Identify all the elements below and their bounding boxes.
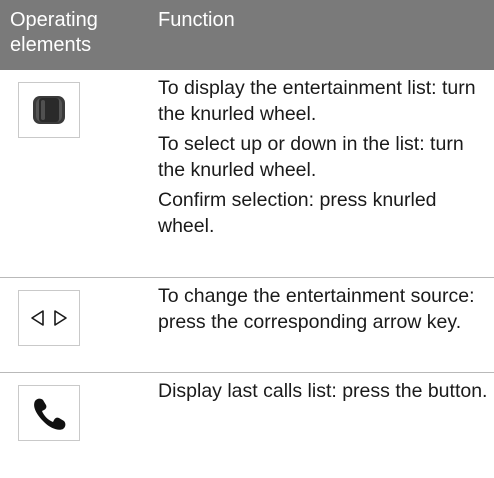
function-cell: To display the entertainment list: turn … [134, 70, 494, 277]
function-text: To change the entertainment source: pres… [158, 285, 475, 333]
header-col1-line2: elements [10, 34, 92, 56]
function-text: To select up or down in the list: turn t… [158, 133, 464, 181]
function-text: Confirm selection: press knurled wheel. [158, 189, 437, 237]
operating-elements-table: Operating elements Function To display t… [0, 0, 494, 478]
header-col1-line1: Operating [10, 9, 98, 31]
operating-element-cell [0, 278, 134, 372]
table-row: To display the entertainment list: turn … [0, 70, 494, 278]
table-header: Operating elements Function [0, 0, 494, 70]
phone-handset-icon [18, 385, 80, 441]
header-operating-elements: Operating elements [0, 0, 134, 70]
function-text: Display last calls list: press the butto… [158, 380, 488, 402]
operating-element-cell [0, 373, 134, 478]
function-text: To display the entertainment list: turn … [158, 77, 476, 125]
knurled-wheel-icon [18, 82, 80, 138]
table-row: To change the entertainment source: pres… [0, 278, 494, 373]
table-row: Display last calls list: press the butto… [0, 373, 494, 478]
function-cell: Display last calls list: press the butto… [134, 373, 494, 478]
header-function: Function [158, 9, 235, 31]
operating-element-cell [0, 70, 134, 277]
arrow-keys-icon [18, 290, 80, 346]
function-cell: To change the entertainment source: pres… [134, 278, 494, 372]
